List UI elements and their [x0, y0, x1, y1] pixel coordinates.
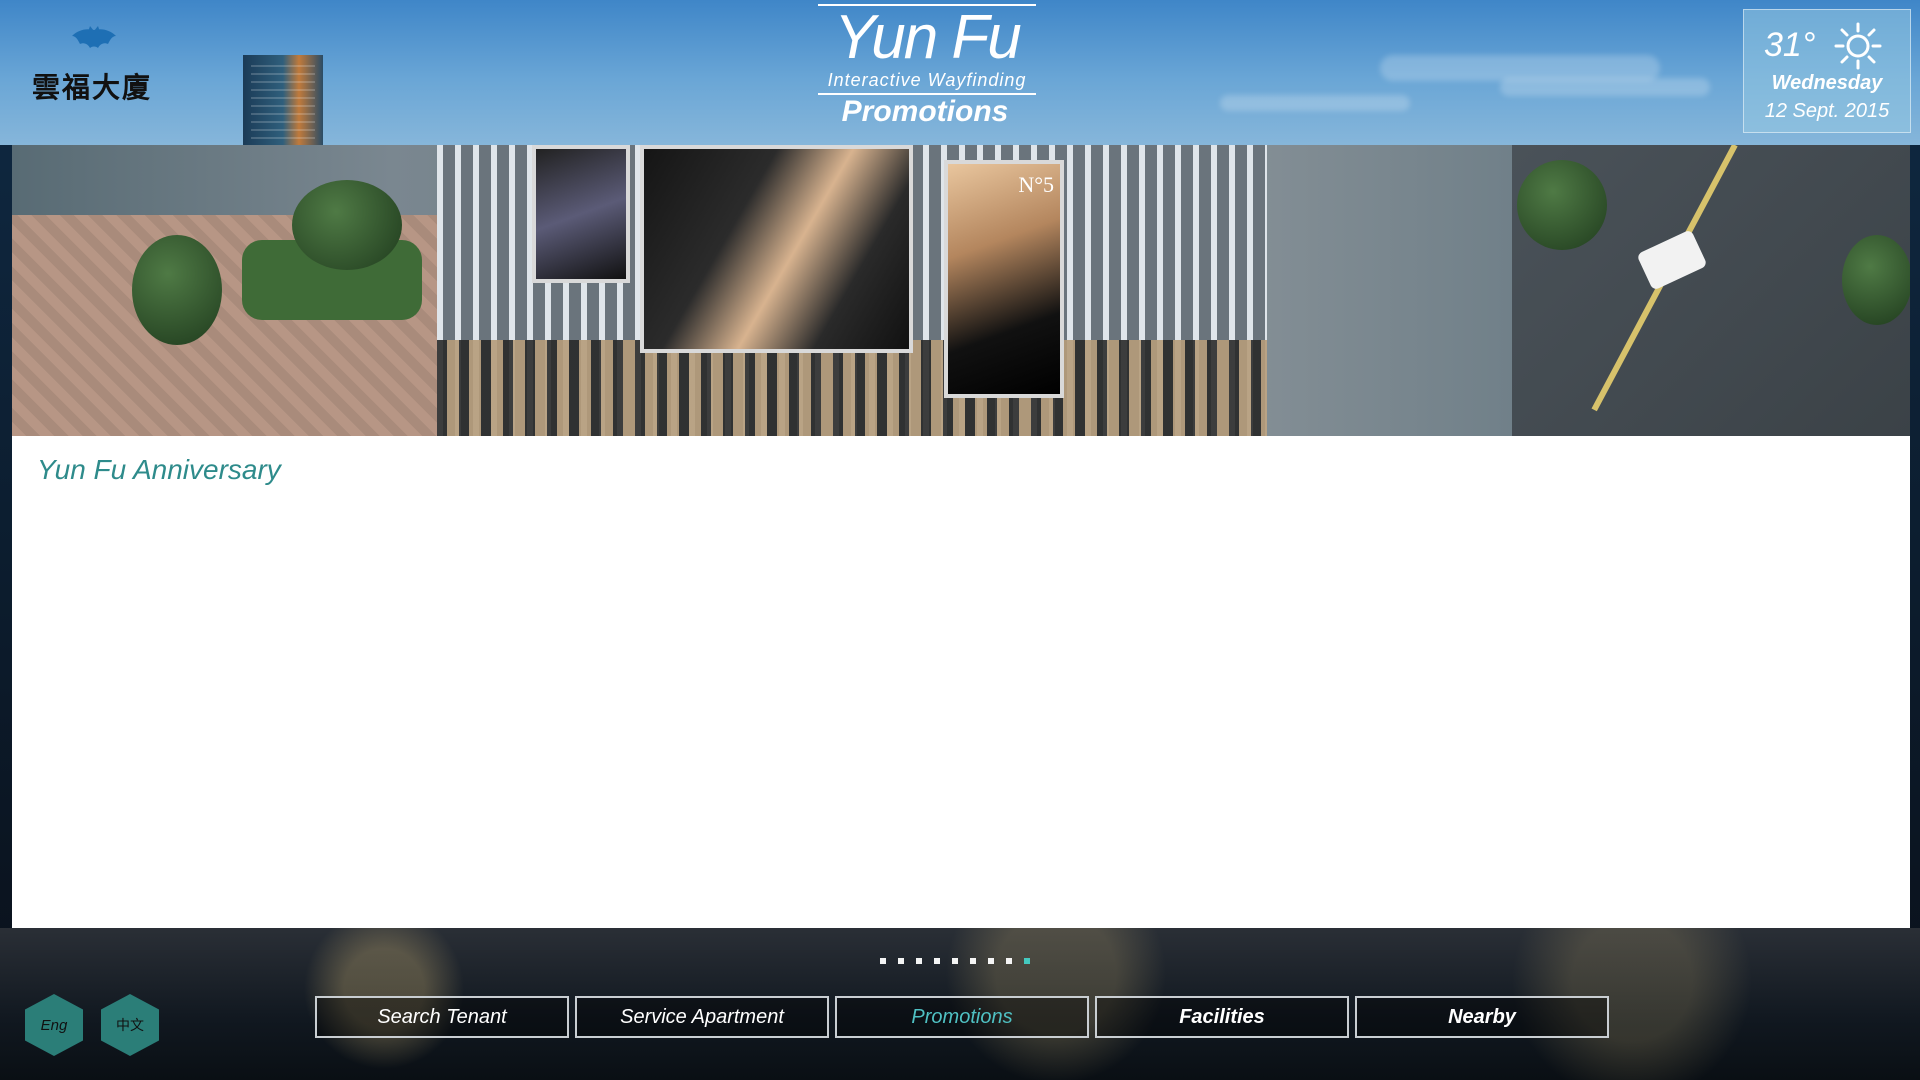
weather-temperature: 31° — [1764, 26, 1816, 64]
main-navigation: Search Tenant Service Apartment Promotio… — [315, 996, 1609, 1038]
billboard-graphic: N°5 — [944, 160, 1064, 398]
carousel-dot[interactable] — [934, 958, 940, 964]
carousel-dot[interactable] — [898, 958, 904, 964]
brand-subtitle: Interactive Wayfinding — [827, 70, 1027, 90]
tree-graphic — [1842, 235, 1910, 325]
carousel-dot[interactable] — [1024, 958, 1030, 964]
brand-title: Yun Fu — [834, 3, 1022, 72]
tower-building-graphic — [243, 55, 323, 145]
weather-widget: 31° Wednesday 12 Sept. 2015 — [1743, 9, 1911, 133]
brand-lockup: Yun Fu Interactive Wayfinding — [818, 4, 1036, 95]
billboard-graphic — [640, 145, 913, 353]
weather-date: 12 Sept. 2015 — [1764, 100, 1890, 122]
tree-graphic — [132, 235, 222, 345]
bat-emblem-icon — [72, 26, 116, 48]
nav-search-tenant-button[interactable]: Search Tenant — [315, 996, 569, 1038]
building-storefront-graphic — [437, 340, 1267, 436]
nav-facilities-button[interactable]: Facilities — [1095, 996, 1349, 1038]
cloud-decoration — [1500, 78, 1710, 96]
tree-graphic — [1517, 160, 1607, 250]
carousel-dot[interactable] — [1006, 958, 1012, 964]
promotion-banner-image: N°5 — [12, 145, 1910, 436]
carousel-dot[interactable] — [988, 958, 994, 964]
building-logo: 雲福大廈 — [22, 22, 162, 112]
tree-graphic — [292, 180, 402, 270]
carousel-dot[interactable] — [970, 958, 976, 964]
carousel-pagination — [880, 958, 1030, 966]
page-title: Promotions — [841, 95, 1009, 128]
nav-promotions-button[interactable]: Promotions — [835, 996, 1089, 1038]
billboard-graphic — [532, 145, 630, 283]
weather-day: Wednesday — [1771, 72, 1883, 94]
promotion-content-panel: Yun Fu Anniversary — [12, 436, 1910, 928]
logo-text: 雲福大廈 — [31, 71, 152, 104]
nav-nearby-button[interactable]: Nearby — [1355, 996, 1609, 1038]
sun-icon — [1834, 22, 1882, 70]
cloud-decoration — [1220, 95, 1410, 111]
carousel-dot[interactable] — [916, 958, 922, 964]
carousel-dot[interactable] — [952, 958, 958, 964]
promotion-title: Yun Fu Anniversary — [37, 454, 281, 485]
carousel-dot[interactable] — [880, 958, 886, 964]
nav-service-apartment-button[interactable]: Service Apartment — [575, 996, 829, 1038]
billboard-text: N°5 — [1018, 172, 1054, 197]
